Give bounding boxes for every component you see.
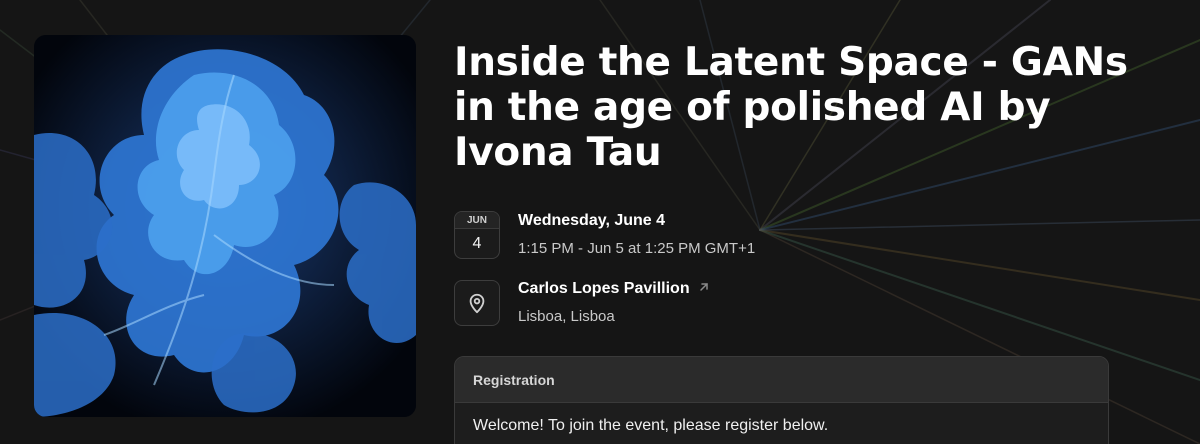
venue-city: Lisboa, Lisboa	[518, 308, 615, 325]
registration-card: Registration Welcome! To join the event,…	[454, 356, 1109, 444]
external-arrow-icon	[698, 278, 710, 300]
calendar-day: 4	[472, 235, 482, 252]
map-pin-icon	[454, 280, 500, 326]
calendar-month: JUN	[455, 212, 499, 229]
registration-header: Registration	[455, 357, 1108, 403]
venue-name: Carlos Lopes Pavillion	[518, 280, 690, 297]
event-date: Wednesday, June 4	[518, 212, 666, 229]
event-date-row: JUN 4 Wednesday, June 4 1:15 PM - Jun 5 …	[454, 210, 755, 260]
event-time-range: 1:15 PM - Jun 5 at 1:25 PM GMT+1	[518, 240, 756, 257]
event-cover-image	[34, 35, 416, 417]
event-title: Inside the Latent Space - GANs in the ag…	[454, 40, 1128, 175]
registration-message: Welcome! To join the event, please regis…	[473, 417, 829, 434]
venue-link[interactable]: Carlos Lopes Pavillion	[518, 278, 710, 300]
event-location-row: Carlos Lopes Pavillion Lisboa, Lisboa	[454, 278, 710, 328]
calendar-icon: JUN 4	[454, 211, 500, 259]
